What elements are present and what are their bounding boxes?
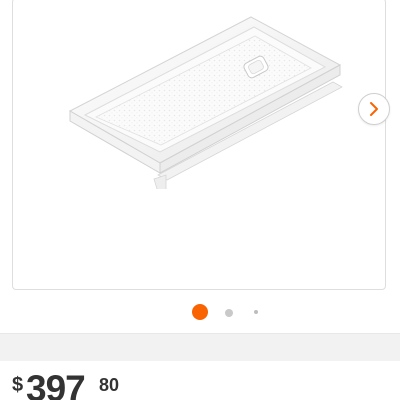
product-page: $ 397 80 — [0, 0, 400, 400]
carousel-dot[interactable] — [225, 309, 233, 317]
carousel-dot[interactable] — [254, 310, 258, 314]
price-cents: 80 — [99, 375, 120, 395]
section-divider — [0, 333, 400, 361]
shower-base-product-image — [68, 16, 343, 189]
carousel-dot-active[interactable] — [192, 304, 208, 320]
price-dollars: 397 — [26, 368, 86, 400]
next-image-button[interactable] — [358, 93, 390, 125]
product-image-carousel[interactable] — [12, 0, 390, 290]
chevron-right-icon — [370, 102, 378, 116]
price-currency-symbol: $ — [12, 374, 24, 396]
carousel-pagination — [0, 302, 400, 322]
